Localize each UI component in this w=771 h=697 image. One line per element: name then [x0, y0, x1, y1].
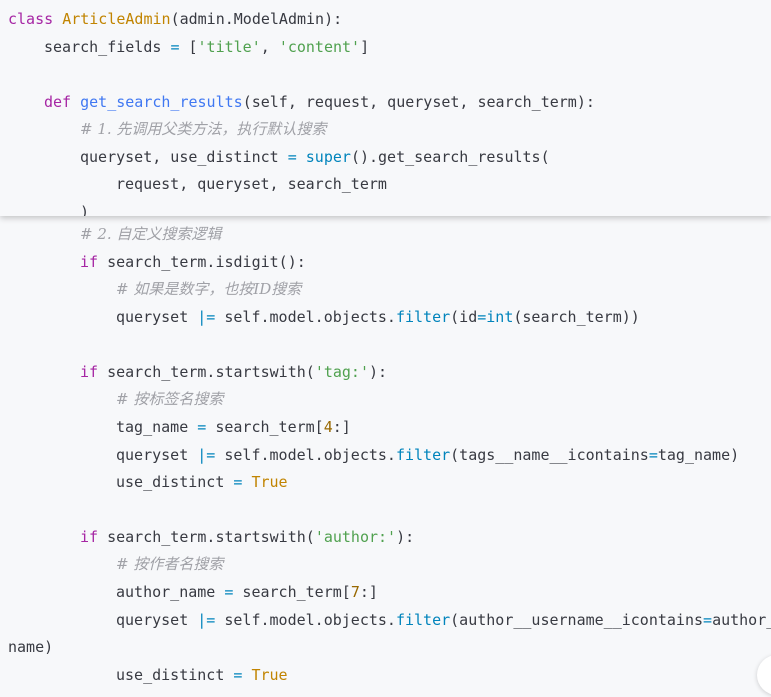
- code-line-25: use_distinct = True: [116, 666, 288, 684]
- code-line-22: author_name = search_term[7:]: [116, 583, 378, 601]
- code-line-1: class ArticleAdmin(admin.ModelAdmin):: [8, 10, 343, 28]
- code-line-6: queryset, use_distinct = super().get_sea…: [80, 148, 550, 166]
- code-line-15: # 按标签名搜索: [116, 390, 224, 408]
- code-line-9: # 2. 自定义搜索逻辑: [80, 225, 222, 243]
- code-line-18: use_distinct = True: [116, 473, 288, 491]
- code-line-20: if search_term.startswith('author:'):: [80, 528, 415, 546]
- code-line-2: search_fields = ['title', 'content']: [44, 38, 370, 56]
- code-line-5: # 1. 先调用父类方法，执行默认搜索: [80, 120, 327, 138]
- code-line-16: tag_name = search_term[4:]: [116, 418, 351, 436]
- code-line-24-wrap: name): [8, 638, 54, 656]
- code-line-11: # 如果是数字，也按ID搜索: [116, 280, 302, 298]
- code-line-23: queryset |= self.model.objects.filter(au…: [116, 611, 771, 629]
- code-line-4: def get_search_results(self, request, qu…: [44, 93, 595, 111]
- code-line-12: queryset |= self.model.objects.filter(id…: [116, 308, 640, 326]
- code-line-8: ): [80, 203, 90, 216]
- code-line-7: request, queryset, search_term: [116, 175, 387, 193]
- code-block: # 2. 自定义搜索逻辑 if search_term.isdigit(): #…: [0, 0, 771, 697]
- code-line-21: # 按作者名搜索: [116, 555, 224, 573]
- code-line-17: queryset |= self.model.objects.filter(ta…: [116, 446, 740, 464]
- code-line-10: if search_term.isdigit():: [80, 253, 306, 271]
- code-header-panel: class ArticleAdmin(admin.ModelAdmin): se…: [0, 0, 771, 216]
- code-line-14: if search_term.startswith('tag:'):: [80, 363, 388, 381]
